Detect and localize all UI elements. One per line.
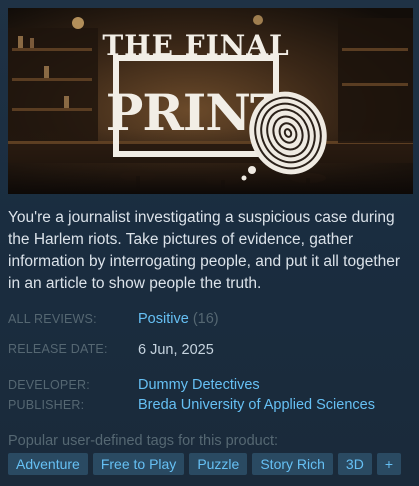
game-info-panel: THE FINAL PRINT You're a journalist inve…	[0, 0, 419, 486]
release-date-label: RELEASE DATE:	[8, 342, 108, 356]
tag-adventure[interactable]: Adventure	[8, 453, 88, 475]
tags-heading: Popular user-defined tags for this produ…	[8, 433, 279, 449]
publisher-link[interactable]: Breda University of Applied Sciences	[138, 397, 375, 413]
add-tag-button[interactable]: +	[376, 453, 402, 475]
logo-line1: THE FINAL	[102, 29, 289, 62]
tag-list: Adventure Free to Play Puzzle Story Rich…	[8, 453, 402, 475]
tag-puzzle[interactable]: Puzzle	[189, 453, 248, 475]
reviews-summary-link[interactable]: Positive	[138, 311, 189, 327]
tag-3d[interactable]: 3D	[337, 453, 372, 475]
reviews-count: (16)	[192, 311, 219, 327]
tag-free-to-play[interactable]: Free to Play	[92, 453, 185, 475]
developer-label: DEVELOPER:	[8, 378, 90, 392]
release-date-value: 6 Jun, 2025	[138, 342, 214, 358]
release-date-row: RELEASE DATE: 6 Jun, 2025	[8, 342, 214, 358]
capsule-art: THE FINAL PRINT	[8, 8, 413, 194]
header-capsule-image[interactable]: THE FINAL PRINT	[8, 8, 413, 194]
game-description: You're a journalist investigating a susp…	[8, 209, 401, 292]
developer-link[interactable]: Dummy Detectives	[138, 377, 260, 393]
tag-story-rich[interactable]: Story Rich	[252, 453, 333, 475]
publisher-row: PUBLISHER: Breda University of Applied S…	[8, 397, 375, 413]
reviews-row: ALL REVIEWS: Positive (16)	[8, 311, 219, 327]
reviews-label: ALL REVIEWS:	[8, 312, 97, 326]
publisher-label: PUBLISHER:	[8, 398, 85, 412]
developer-row: DEVELOPER: Dummy Detectives	[8, 377, 260, 393]
